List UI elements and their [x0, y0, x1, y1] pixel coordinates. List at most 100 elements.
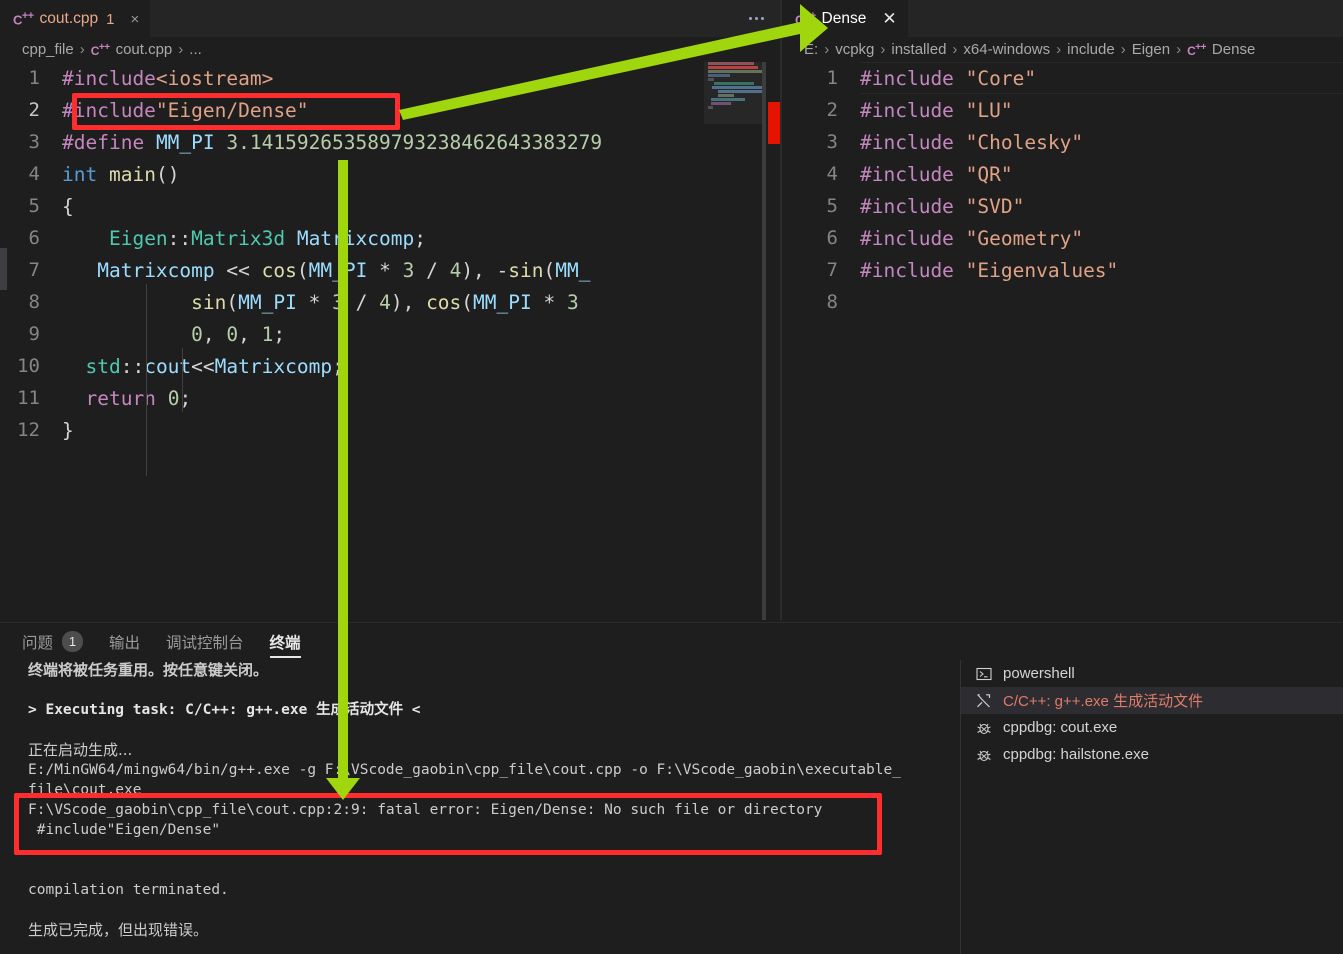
line-text: }	[62, 418, 74, 442]
terminal-list-label: cppdbg: cout.exe	[1003, 719, 1118, 736]
breadcrumb-item-6[interactable]: Dense	[1212, 41, 1255, 58]
panel-tab-problems[interactable]: 问题 1	[22, 623, 84, 660]
line-number: 1	[826, 67, 838, 89]
tab-problem-count: 1	[106, 10, 115, 28]
include-keyword: #include	[860, 162, 954, 186]
line-number: 2	[826, 99, 838, 121]
code-line: 5 #include "SVD"	[782, 190, 1343, 222]
include-keyword: #include	[860, 98, 954, 122]
line-text: sin(MM_PI * 3 / 4), cos(MM_PI * 3	[191, 290, 579, 314]
breadcrumb-item-1[interactable]: vcpkg	[835, 41, 874, 58]
chevron-right-icon: ›	[824, 41, 830, 58]
terminal-list-item-powershell[interactable]: powershell	[961, 660, 1343, 687]
code-line: 7 #include "Eigenvalues"	[782, 254, 1343, 286]
breadcrumb-item-4[interactable]: include	[1067, 41, 1115, 58]
breadcrumb-item-2[interactable]: installed	[891, 41, 946, 58]
panel-tab-output[interactable]: 输出	[109, 623, 140, 660]
right-breadcrumb: E: › vcpkg › installed › x64-windows › i…	[782, 37, 1343, 62]
code-line: 5 {	[0, 190, 780, 222]
problems-count-badge: 1	[62, 631, 84, 652]
terminal-line-error: F:\VScode_gaobin\cpp_file\cout.cpp:2:9: …	[28, 802, 823, 818]
panel-tab-label: 输出	[109, 634, 141, 652]
panel-tab-terminal[interactable]: 终端	[269, 623, 301, 660]
terminal-list-label: cppdbg: hailstone.exe	[1003, 746, 1149, 763]
line-number: 8	[28, 291, 40, 313]
cpp-file-icon: C++	[90, 41, 110, 58]
breadcrumb-item-5[interactable]: Eigen	[1132, 41, 1170, 58]
line-number: 3	[826, 131, 838, 153]
chevron-right-icon: ›	[1176, 41, 1182, 58]
code-line-2: 2 #include"Eigen/Dense"	[0, 94, 780, 126]
line-number: 3	[28, 131, 40, 153]
terminal-list-label: C/C++: g++.exe 生成活动文件	[1003, 693, 1204, 710]
breadcrumb-item-3[interactable]: x64-windows	[963, 41, 1050, 58]
terminal-line: 生成已完成，但出现错误。	[28, 921, 209, 939]
panel-tab-debug-console[interactable]: 调试控制台	[166, 623, 244, 660]
line-number: 6	[28, 227, 40, 249]
line-number: 7	[826, 259, 838, 281]
left-editor-group: C++ cout.cpp 1 × cpp_file › C++ cout.cpp…	[0, 0, 780, 620]
breadcrumb-item-0[interactable]: E:	[804, 41, 818, 58]
line-number: 7	[28, 259, 40, 281]
minimap-slider[interactable]	[704, 62, 764, 124]
line-number: 4	[826, 163, 838, 185]
code-line: 11 return 0;	[0, 382, 780, 414]
terminal-list-item-cppdbg-hailstone[interactable]: cppdbg: hailstone.exe	[961, 741, 1343, 768]
line-text: 0, 0, 1;	[191, 322, 286, 346]
terminal-list-item-cppdbg-cout[interactable]: cppdbg: cout.exe	[961, 714, 1343, 741]
close-icon[interactable]: ✕	[882, 9, 896, 29]
terminal-line: 终端将被任务重用。按任意键关闭。	[28, 661, 269, 679]
editor-group-splitter[interactable]	[780, 0, 782, 620]
include-keyword: #include	[860, 226, 954, 250]
terminal-output[interactable]: 终端将被任务重用。按任意键关闭。 > Executing task: C/C++…	[0, 660, 958, 954]
cpp-file-icon: C++	[13, 10, 34, 28]
panel-tabs: 问题 1 输出 调试控制台 终端	[0, 623, 1343, 660]
code-line: 1 #include<iostream>	[0, 62, 780, 94]
line-text: int main()	[62, 162, 180, 186]
include-value: "SVD"	[965, 194, 1025, 218]
chevron-right-icon: ›	[1056, 41, 1062, 58]
more-actions-icon[interactable]	[733, 0, 780, 37]
left-edge-scroll-indicator[interactable]	[0, 248, 7, 290]
line-text: #include<iostream>	[62, 66, 274, 90]
code-line: 7 Matrixcomp << cos(MM_PI * 3 / 4), -sin…	[0, 254, 780, 286]
line-text: return 0;	[85, 386, 192, 410]
terminal-list-item-gpp-task[interactable]: C/C++: g++.exe 生成活动文件	[961, 687, 1343, 714]
line-text: #include "SVD"	[860, 195, 1024, 218]
tabbar-spacer	[907, 0, 1343, 37]
overview-ruler-error-marker	[768, 102, 780, 144]
breadcrumb-item-0[interactable]: cpp_file	[22, 41, 74, 58]
line-text: #include "QR"	[860, 163, 1013, 186]
tab-label: Dense	[821, 10, 867, 27]
terminal-list-label: powershell	[1003, 665, 1075, 682]
include-keyword: #include	[860, 130, 954, 154]
breadcrumb-item-1[interactable]: cout.cpp	[116, 41, 173, 58]
code-line: 6 Eigen::Matrix3d Matrixcomp;	[0, 222, 780, 254]
tab-dense[interactable]: C++ Dense ✕	[782, 0, 908, 37]
line-text: std::cout<<Matrixcomp;	[85, 354, 344, 378]
code-line: 4 int main()	[0, 158, 780, 190]
close-icon[interactable]: ×	[131, 11, 140, 28]
line-number: 2	[28, 99, 40, 121]
debug-bug-icon	[975, 719, 993, 737]
terminal-line: > Executing task: C/C++: g++.exe 生成活动文件 …	[28, 702, 421, 718]
terminal-line: 正在启动生成...	[28, 741, 133, 759]
minimap[interactable]	[704, 62, 764, 620]
line-text: #include "Cholesky"	[860, 131, 1083, 154]
right-code-area[interactable]: 1 #include "Core" 2 #include "LU" 3 #inc…	[782, 62, 1343, 620]
left-tabbar: C++ cout.cpp 1 ×	[0, 0, 780, 37]
code-line: 9 0, 0, 1;	[0, 318, 780, 350]
breadcrumb-item-2[interactable]: ...	[189, 41, 202, 58]
panel-tab-label: 问题	[22, 634, 54, 652]
include-value: "Geometry"	[965, 226, 1084, 250]
tab-cout-cpp[interactable]: C++ cout.cpp 1 ×	[0, 0, 151, 37]
line-number: 12	[17, 419, 40, 441]
left-code-area[interactable]: 1 #include<iostream> 2 #include"Eigen/De…	[0, 62, 780, 620]
line-number: 5	[826, 195, 838, 217]
pane-divider[interactable]	[762, 62, 766, 620]
line-text: #include "Geometry"	[860, 227, 1083, 250]
chevron-right-icon: ›	[880, 41, 886, 58]
editor-scrollbar[interactable]	[766, 62, 780, 620]
